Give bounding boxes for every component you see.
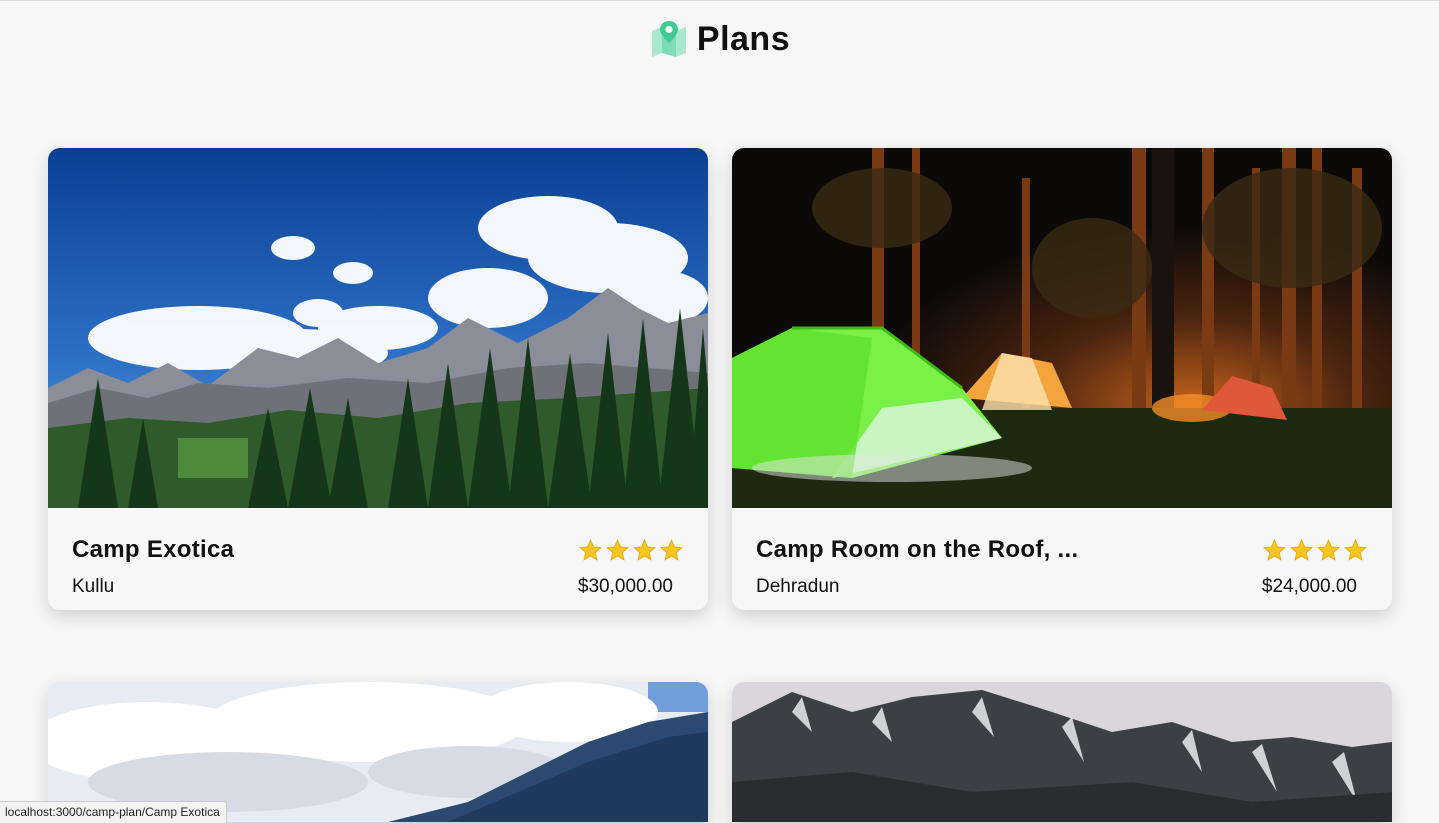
star-icon (606, 539, 629, 561)
plan-image-snowy-mountains[interactable] (732, 682, 1392, 822)
plan-card[interactable]: Camp Exotica Kullu $30,000.00 (48, 148, 708, 610)
status-bar-url: localhost:3000/camp-plan/Camp Exotica (0, 801, 227, 823)
rating-stars (578, 538, 684, 563)
plan-card-info: Camp Exotica Kullu $30,000.00 (48, 508, 708, 610)
plan-image-tents[interactable] (732, 148, 1392, 508)
plan-price: $24,000.00 (1261, 576, 1357, 597)
map-pin-icon (651, 21, 686, 57)
top-border (0, 0, 1439, 1)
plan-price: $30,000.00 (577, 576, 673, 597)
plan-image-mountains[interactable] (48, 148, 708, 508)
star-icon (1263, 539, 1286, 561)
star-icon (579, 539, 602, 561)
plan-location: Kullu (72, 576, 115, 597)
star-icon (1317, 539, 1340, 561)
star-icon (1344, 539, 1367, 561)
page-header: Plans (0, 14, 1439, 64)
rating-stars (1262, 538, 1368, 563)
star-icon (633, 539, 656, 561)
plan-card[interactable]: Camp Room on the Roof, ... Dehradun $24,… (732, 148, 1392, 610)
plan-name: Camp Exotica (72, 536, 235, 563)
plan-name: Camp Room on the Roof, ... (756, 536, 1079, 563)
plan-card[interactable] (732, 682, 1392, 822)
star-icon (1290, 539, 1313, 561)
plan-card-info: Camp Room on the Roof, ... Dehradun $24,… (732, 508, 1392, 610)
page-title: Plans (696, 19, 791, 58)
star-icon (660, 539, 683, 561)
plan-location: Dehradun (756, 576, 840, 597)
